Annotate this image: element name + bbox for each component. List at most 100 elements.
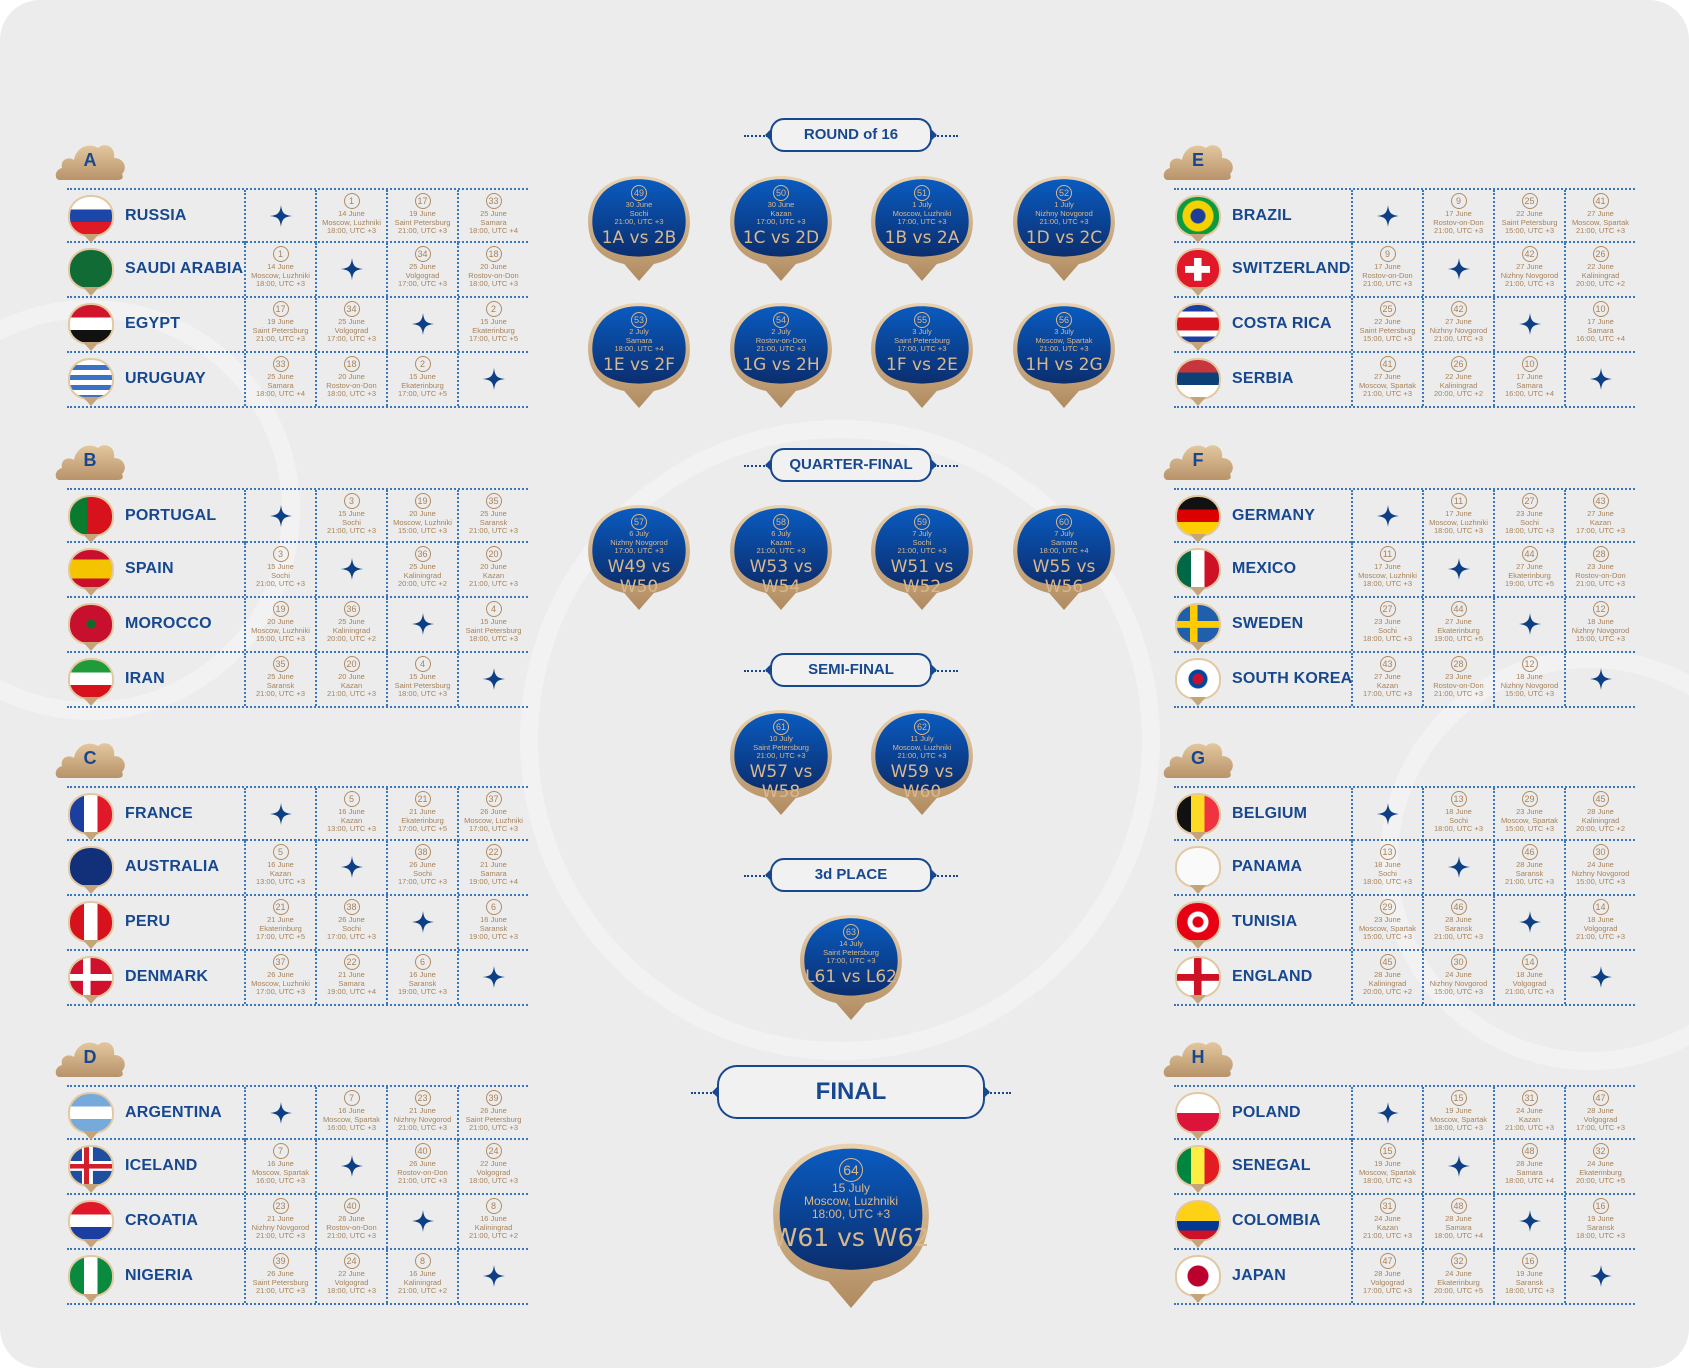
team-name[interactable]: COLOMBIA [1232,1212,1321,1230]
match-cell[interactable]: 48 28 June Samara 18:00, UTC +4 [1493,1140,1564,1193]
match-cell[interactable]: 11 17 June Moscow, Luzhniki 18:00, UTC +3 [1422,490,1493,543]
match-badge-62[interactable]: 62 11 July Moscow, Luzhniki 21:00, UTC +3 W5… [869,709,975,815]
match-cell[interactable]: 26 22 June Kaliningrad 20:00, UTC +2 [1564,243,1635,296]
team-name[interactable]: MEXICO [1232,560,1296,578]
team-name[interactable]: PANAMA [1232,858,1302,876]
match-cell[interactable]: 33 25 June Samara 18:00, UTC +4 [457,190,528,243]
team-name[interactable]: EGYPT [125,315,180,333]
match-badge-63[interactable]: 63 14 July Saint Petersburg 17:00, UTC +3 L6… [798,914,904,1020]
match-cell[interactable]: 2 15 June Ekaterinburg 17:00, UTC +5 [457,298,528,351]
match-cell[interactable]: 36 25 June Kaliningrad 20:00, UTC +2 [315,598,386,651]
team-name[interactable]: SOUTH KOREA [1232,670,1352,688]
match-cell[interactable]: 45 28 June Kaliningrad 20:00, UTC +2 [1564,788,1635,841]
match-cell[interactable]: 38 26 June Sochi 17:00, UTC +3 [315,896,386,949]
match-badge-51[interactable]: 51 1 July Moscow, Luzhniki 17:00, UTC +3 1B … [869,175,975,281]
match-cell[interactable]: 46 28 June Saransk 21:00, UTC +3 [1493,841,1564,894]
match-cell[interactable]: 11 17 June Moscow, Luzhniki 18:00, UTC +3 [1351,543,1422,596]
match-cell[interactable]: 1 14 June Moscow, Luzhniki 18:00, UTC +3 [315,190,386,243]
match-cell[interactable]: 15 19 June Moscow, Spartak 18:00, UTC +3 [1351,1140,1422,1193]
team-name[interactable]: GERMANY [1232,507,1315,525]
match-cell[interactable]: 37 26 June Moscow, Luzhniki 17:00, UTC +3 [457,788,528,841]
match-cell[interactable]: 20 20 June Kazan 21:00, UTC +3 [457,543,528,596]
match-badge-55[interactable]: 55 3 July Saint Petersburg 17:00, UTC +3 1F … [869,302,975,408]
match-cell[interactable]: 28 23 June Rostov-on-Don 21:00, UTC +3 [1564,543,1635,596]
match-cell[interactable]: 6 16 June Saransk 19:00, UTC +3 [457,896,528,949]
match-badge-60[interactable]: 60 7 July Samara 18:00, UTC +4 W55 vs W56 [1011,504,1117,610]
match-cell[interactable]: 30 24 June Nizhny Novgorod 15:00, UTC +3 [1564,841,1635,894]
match-cell[interactable]: 19 20 June Moscow, Luzhniki 15:00, UTC +3 [386,490,457,543]
match-cell[interactable]: 10 17 June Samara 16:00, UTC +4 [1493,353,1564,406]
match-cell[interactable]: 29 23 June Moscow, Spartak 15:00, UTC +3 [1493,788,1564,841]
team-name[interactable]: COSTA RICA [1232,315,1332,333]
match-cell[interactable]: 5 16 June Kazan 13:00, UTC +3 [244,841,315,894]
match-cell[interactable]: 3 15 June Sochi 21:00, UTC +3 [315,490,386,543]
match-cell[interactable]: 13 18 June Sochi 18:00, UTC +3 [1351,841,1422,894]
match-cell[interactable]: 17 19 June Saint Petersburg 21:00, UTC +3 [386,190,457,243]
team-name[interactable]: SERBIA [1232,370,1294,388]
match-cell[interactable]: 7 16 June Moscow, Spartak 16:00, UTC +3 [315,1087,386,1140]
match-cell[interactable]: 40 26 June Rostov-on-Don 21:00, UTC +3 [386,1140,457,1193]
match-badge-52[interactable]: 52 1 July Nizhny Novgorod 21:00, UTC +3 1D v… [1011,175,1117,281]
match-cell[interactable]: 9 17 June Rostov-on-Don 21:00, UTC +3 [1422,190,1493,243]
team-name[interactable]: DENMARK [125,968,208,986]
match-cell[interactable]: 22 21 June Samara 19:00, UTC +4 [315,951,386,1004]
match-cell[interactable]: 14 18 June Volgograd 21:00, UTC +3 [1493,951,1564,1004]
match-cell[interactable]: 3 15 June Sochi 21:00, UTC +3 [244,543,315,596]
team-name[interactable]: NIGERIA [125,1267,193,1285]
match-cell[interactable]: 27 23 June Sochi 18:00, UTC +3 [1493,490,1564,543]
match-badge-53[interactable]: 53 2 July Samara 18:00, UTC +4 1E vs 2F [586,302,692,408]
match-cell[interactable]: 45 28 June Kaliningrad 20:00, UTC +2 [1351,951,1422,1004]
match-cell[interactable]: 5 16 June Kazan 13:00, UTC +3 [315,788,386,841]
team-name[interactable]: TUNISIA [1232,913,1297,931]
match-cell[interactable]: 42 27 June Nizhny Novgorod 21:00, UTC +3 [1493,243,1564,296]
match-cell[interactable]: 16 19 June Saransk 18:00, UTC +3 [1493,1250,1564,1303]
match-cell[interactable]: 40 26 June Rostov-on-Don 21:00, UTC +3 [315,1195,386,1248]
match-cell[interactable]: 20 20 June Kazan 21:00, UTC +3 [315,653,386,706]
match-cell[interactable]: 35 25 June Saransk 21:00, UTC +3 [457,490,528,543]
match-cell[interactable]: 28 23 June Rostov-on-Don 21:00, UTC +3 [1422,653,1493,706]
match-badge-59[interactable]: 59 7 July Sochi 21:00, UTC +3 W51 vs W52 [869,504,975,610]
match-cell[interactable]: 23 21 June Nizhny Novgorod 21:00, UTC +3 [386,1087,457,1140]
match-badge-64[interactable]: 64 15 July Moscow, Luzhniki 18:00, UTC +3 W6… [770,1142,932,1308]
match-cell[interactable]: 32 24 June Ekaterinburg 20:00, UTC +5 [1564,1140,1635,1193]
match-cell[interactable]: 43 27 June Kazan 17:00, UTC +3 [1351,653,1422,706]
team-name[interactable]: CROATIA [125,1212,198,1230]
match-badge-49[interactable]: 49 30 June Sochi 21:00, UTC +3 1A vs 2B [586,175,692,281]
team-name[interactable]: URUGUAY [125,370,206,388]
match-cell[interactable]: 46 28 June Saransk 21:00, UTC +3 [1422,896,1493,949]
team-name[interactable]: SWITZERLAND [1232,260,1351,278]
match-cell[interactable]: 15 19 June Moscow, Spartak 18:00, UTC +3 [1422,1087,1493,1140]
match-cell[interactable]: 31 24 June Kazan 21:00, UTC +3 [1351,1195,1422,1248]
match-cell[interactable]: 19 20 June Moscow, Luzhniki 15:00, UTC +3 [244,598,315,651]
match-cell[interactable]: 17 19 June Saint Petersburg 21:00, UTC +3 [244,298,315,351]
match-cell[interactable]: 32 24 June Ekaterinburg 20:00, UTC +5 [1422,1250,1493,1303]
match-cell[interactable]: 34 25 June Volgograd 17:00, UTC +3 [315,298,386,351]
match-cell[interactable]: 24 22 June Volgograd 18:00, UTC +3 [457,1140,528,1193]
match-cell[interactable]: 8 16 June Kaliningrad 21:00, UTC +2 [386,1250,457,1303]
team-name[interactable]: PORTUGAL [125,507,216,525]
match-cell[interactable]: 23 21 June Nizhny Novgorod 21:00, UTC +3 [244,1195,315,1248]
team-name[interactable]: FRANCE [125,805,193,823]
match-badge-61[interactable]: 61 10 July Saint Petersburg 21:00, UTC +3 W5… [728,709,834,815]
match-cell[interactable]: 7 16 June Moscow, Spartak 16:00, UTC +3 [244,1140,315,1193]
match-cell[interactable]: 12 18 June Nizhny Novgorod 15:00, UTC +3 [1564,598,1635,651]
match-cell[interactable]: 6 16 June Saransk 19:00, UTC +3 [386,951,457,1004]
match-cell[interactable]: 13 18 June Sochi 18:00, UTC +3 [1422,788,1493,841]
team-name[interactable]: POLAND [1232,1104,1301,1122]
team-name[interactable]: SAUDI ARABIA [125,260,243,278]
match-cell[interactable]: 39 26 June Saint Petersburg 21:00, UTC +3 [457,1087,528,1140]
team-name[interactable]: AUSTRALIA [125,858,219,876]
match-cell[interactable]: 27 23 June Sochi 18:00, UTC +3 [1351,598,1422,651]
match-cell[interactable]: 43 27 June Kazan 17:00, UTC +3 [1564,490,1635,543]
match-cell[interactable]: 39 26 June Saint Petersburg 21:00, UTC +3 [244,1250,315,1303]
match-cell[interactable]: 44 27 June Ekaterinburg 19:00, UTC +5 [1422,598,1493,651]
match-cell[interactable]: 26 22 June Kaliningrad 20:00, UTC +2 [1422,353,1493,406]
match-cell[interactable]: 25 22 June Saint Petersburg 15:00, UTC +3 [1493,190,1564,243]
match-cell[interactable]: 9 17 June Rostov-on-Don 21:00, UTC +3 [1351,243,1422,296]
match-cell[interactable]: 37 26 June Moscow, Luzhniki 17:00, UTC +3 [244,951,315,1004]
match-cell[interactable]: 18 20 June Rostov-on-Don 18:00, UTC +3 [315,353,386,406]
match-cell[interactable]: 48 28 June Samara 18:00, UTC +4 [1422,1195,1493,1248]
match-cell[interactable]: 1 14 June Moscow, Luzhniki 18:00, UTC +3 [244,243,315,296]
match-badge-54[interactable]: 54 2 July Rostov-on-Don 21:00, UTC +3 1G vs … [728,302,834,408]
match-cell[interactable]: 4 15 June Saint Petersburg 18:00, UTC +3 [386,653,457,706]
